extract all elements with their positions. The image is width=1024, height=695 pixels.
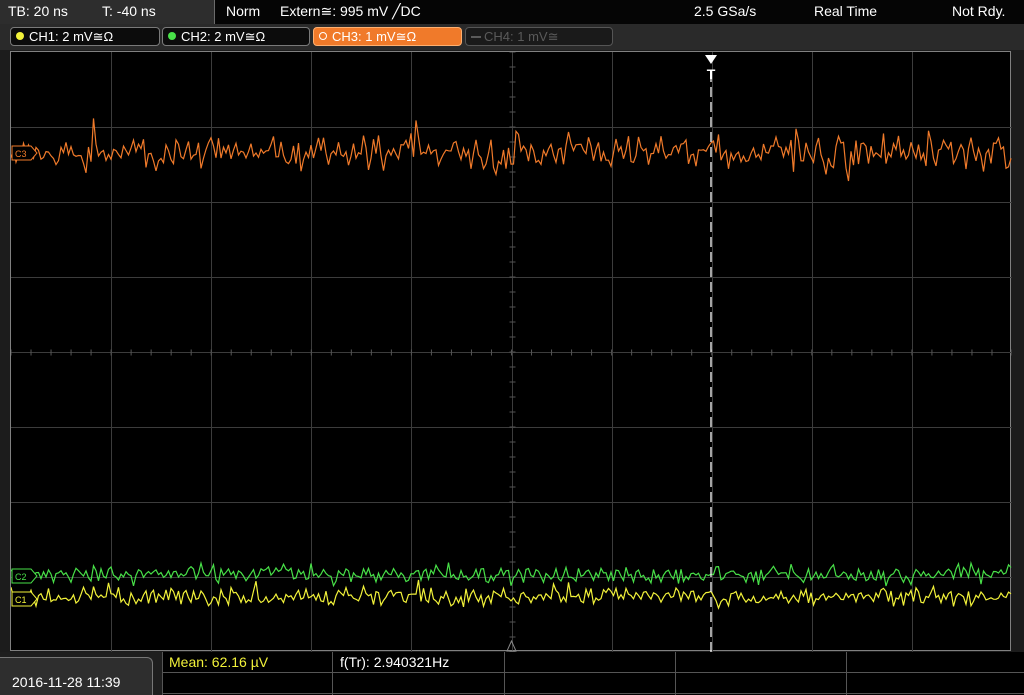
waveform-canvas[interactable]: T C3 C2 C1 xyxy=(11,52,1012,652)
channel-tab-ch2[interactable]: CH2: 2 mV≅Ω xyxy=(162,27,310,46)
ch3-offset-marker[interactable]: C3 xyxy=(11,145,38,161)
ch2-indicator-icon xyxy=(168,32,176,40)
measurement-row xyxy=(162,652,1024,673)
waveform-display[interactable]: T C3 C2 C1 xyxy=(10,51,1012,652)
sample-rate: 2.5 GSa/s xyxy=(694,3,757,19)
measurement-panel[interactable]: Mean: 62.16 µV f(Tr): 2.940321Hz xyxy=(162,652,1024,695)
channel-label: CH4: 1 mV≅ xyxy=(484,29,559,44)
divider xyxy=(675,652,676,695)
channel-tab-ch4[interactable]: CH4: 1 mV≅ xyxy=(465,27,613,46)
divider xyxy=(504,652,505,695)
channel-label: CH2: 2 mV≅Ω xyxy=(181,29,266,44)
trigger-mode[interactable]: Norm xyxy=(226,3,260,19)
ch4-off-icon xyxy=(471,36,481,38)
timebase-readout[interactable]: TB: 20 ns xyxy=(8,3,68,19)
channel-label: CH1: 2 mV≅Ω xyxy=(29,29,114,44)
ch3-marker-label: C3 xyxy=(15,149,27,159)
channel-tab-ch1[interactable]: CH1: 2 mV≅Ω xyxy=(10,27,160,46)
trigger-time-readout[interactable]: T: -40 ns xyxy=(102,3,156,19)
measurement-row xyxy=(162,673,1024,694)
datetime-panel: 2016-11-28 11:39 xyxy=(0,657,153,695)
trigger-frequency-measurement[interactable]: f(Tr): 2.940321Hz xyxy=(340,654,449,670)
status-bar: TB: 20 ns T: -40 ns Norm Extern≅: 995 mV… xyxy=(0,0,1024,24)
ch2-marker-label: C2 xyxy=(15,572,27,582)
run-state: Not Rdy. xyxy=(952,3,1006,19)
ch2-offset-marker[interactable]: C2 xyxy=(11,568,38,584)
trigger-marker-label: T xyxy=(707,66,716,82)
mean-measurement[interactable]: Mean: 62.16 µV xyxy=(169,654,268,670)
divider xyxy=(332,652,333,695)
divider xyxy=(846,652,847,695)
acquisition-mode: Real Time xyxy=(814,3,878,19)
channel-tab-ch3[interactable]: CH3: 1 mV≅Ω xyxy=(313,27,462,46)
divider xyxy=(162,652,163,695)
trigger-level-marker-icon[interactable] xyxy=(506,639,517,652)
ch2-waveform xyxy=(11,560,1012,588)
ch1-offset-marker[interactable]: C1 xyxy=(11,591,38,607)
ch1-indicator-icon xyxy=(16,32,24,40)
channel-label: CH3: 1 mV≅Ω xyxy=(332,29,417,44)
trigger-arrow-icon[interactable] xyxy=(705,55,717,64)
ch3-indicator-icon xyxy=(319,32,327,40)
channel-tab-bar: CH1: 2 mV≅Ω CH2: 2 mV≅Ω CH3: 1 mV≅Ω CH4:… xyxy=(0,24,1024,50)
timebase-panel[interactable]: TB: 20 ns T: -40 ns xyxy=(0,0,215,24)
datetime-readout: 2016-11-28 11:39 xyxy=(12,674,121,690)
trigger-source[interactable]: Extern≅: 995 mV ╱DC xyxy=(280,3,421,20)
ch1-marker-label: C1 xyxy=(15,595,27,605)
